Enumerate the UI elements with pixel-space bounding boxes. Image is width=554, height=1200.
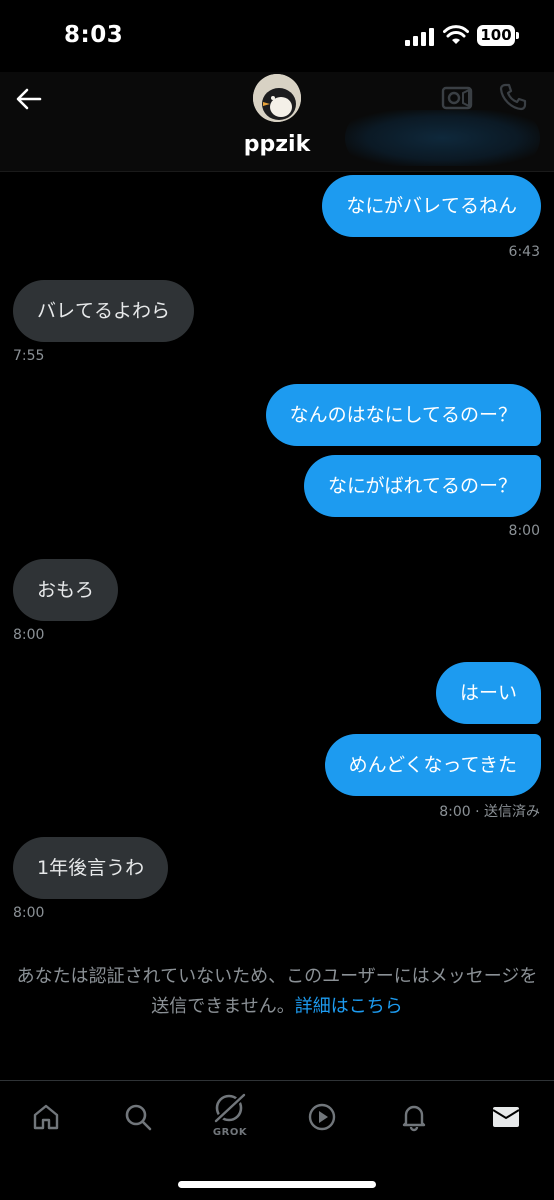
notice-text: あなたは認証されていないため、このユーザーにはメッセージを送信できません。 [16, 966, 538, 1017]
grok-icon [212, 1093, 248, 1125]
play-icon [308, 1103, 336, 1131]
message-bubble-outgoing[interactable]: なにがバレてるねん [322, 175, 541, 237]
message-bubble-outgoing[interactable]: なにがばれてるのー？ [303, 455, 541, 517]
video-camera-icon[interactable] [441, 84, 473, 112]
message-bubble-outgoing[interactable]: なんのはなにしてるのー？ [265, 384, 541, 446]
message-bubble-incoming[interactable]: 1年後言うわ [13, 837, 169, 899]
phone-icon[interactable] [498, 82, 528, 112]
message-timestamp: 6:43 [508, 244, 540, 260]
grok-label: GROK [212, 1127, 248, 1138]
penguin-avatar-icon [253, 74, 301, 122]
status-time: 8:03 [64, 22, 124, 48]
message-timestamp: 8:00 [508, 523, 540, 539]
battery-icon: 100 [477, 25, 515, 46]
mail-icon [492, 1107, 520, 1127]
message-bubble-outgoing[interactable]: めんどくなってきた [324, 734, 541, 796]
nav-video[interactable] [302, 1097, 342, 1137]
message-timestamp: 8:00 [13, 905, 45, 921]
message-list[interactable]: なにがバレてるねん 6:43 バレてるよわら 7:55 なんのはなにしてるのー？… [0, 172, 554, 1080]
battery-tip [516, 32, 519, 39]
arrow-left-icon[interactable] [14, 84, 44, 114]
message-timestamp: 7:55 [13, 348, 45, 364]
search-icon [125, 1104, 152, 1131]
nav-search[interactable] [118, 1097, 158, 1137]
cannot-message-notice: あなたは認証されていないため、このユーザーにはメッセージを送信できません。詳細は… [14, 962, 540, 1022]
nav-grok[interactable]: GROK [210, 1093, 250, 1138]
nav-home[interactable] [26, 1097, 66, 1137]
home-icon [33, 1104, 59, 1130]
message-bubble-outgoing[interactable]: はーい [435, 662, 541, 724]
nav-messages[interactable] [486, 1097, 526, 1137]
bell-icon [402, 1105, 426, 1132]
blurred-overlay [345, 110, 540, 166]
cellular-signal-icon [405, 28, 435, 46]
nav-notifications[interactable] [394, 1097, 434, 1137]
home-indicator [178, 1181, 376, 1188]
message-status: 8:00 · 送信済み [439, 804, 540, 820]
message-timestamp: 8:00 [13, 627, 45, 643]
learn-more-link[interactable]: 詳細はこちら [295, 996, 403, 1017]
message-bubble-incoming[interactable]: おもろ [13, 559, 119, 621]
status-bar: 8:03 100 [0, 0, 554, 72]
avatar[interactable] [253, 74, 301, 122]
wifi-icon [443, 25, 469, 44]
message-bubble-incoming[interactable]: バレてるよわら [13, 280, 195, 342]
conversation-header: ppzik [0, 72, 554, 172]
